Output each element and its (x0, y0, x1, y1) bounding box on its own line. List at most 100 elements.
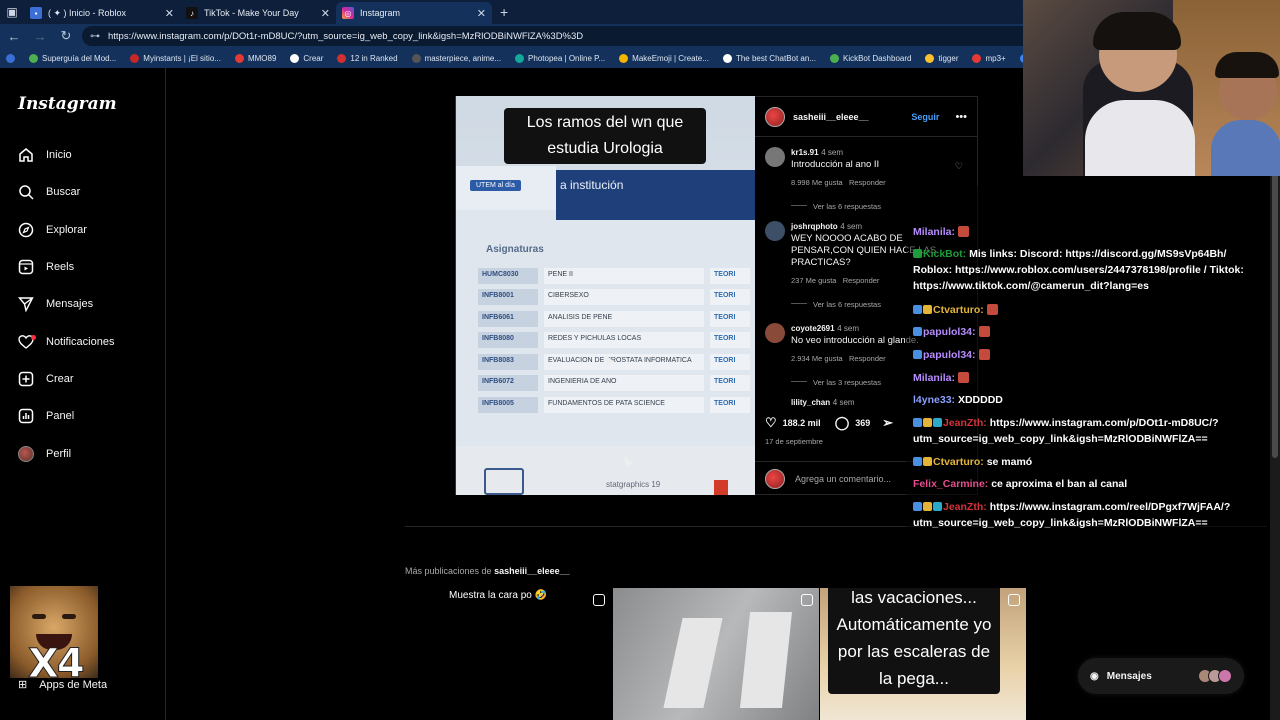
url-input[interactable]: ⊶ https://www.instagram.com/p/DOt1r-mD8U… (82, 26, 1062, 46)
forward-icon[interactable]: → (30, 29, 50, 44)
course-code: INFB8083 (478, 354, 538, 370)
comment-avatar[interactable] (765, 221, 785, 241)
comment-avatar[interactable] (765, 323, 785, 343)
my-avatar (765, 468, 785, 489)
sidebar-item-reels[interactable]: Reels (18, 257, 74, 277)
course-row: INFB6072 INGENIERIA DE ANO TEORI (478, 375, 754, 391)
course-type: TEORI (710, 268, 750, 284)
close-tab-icon[interactable]: ✕ (477, 7, 486, 20)
chat-user: papulol34: (923, 326, 976, 338)
course-row: INFB6061 ANALISIS DE PENE TEORI (478, 311, 754, 327)
like-count[interactable]: 188.2 mil (783, 418, 821, 428)
instagram-logo[interactable]: Instagram (18, 94, 117, 114)
bookmark-label: Photopea | Online P... (528, 53, 606, 63)
sidebar-item-mensajes[interactable]: Mensajes (18, 294, 93, 314)
comment-text: Introducción al ano II (791, 159, 880, 170)
chat-message: JeanZth: https://www.instagram.com/reel/… (913, 499, 1263, 531)
comment-user[interactable]: coyote2691 (791, 324, 835, 333)
bookmark-item[interactable]: Photopea | Online P... (515, 53, 606, 63)
search-icon (18, 184, 34, 200)
reply-button[interactable]: Responder (849, 354, 886, 363)
post-thumbnail[interactable] (613, 588, 819, 720)
tab-instagram[interactable]: ◎ Instagram ✕ (336, 2, 492, 24)
home-icon (18, 147, 34, 163)
bookmark-item[interactable]: tigger (925, 53, 958, 63)
sidebar-item-inicio[interactable]: Inicio (18, 145, 72, 165)
site-info-icon[interactable]: ⊶ (90, 31, 100, 42)
comment-user[interactable]: lility_chan (791, 399, 830, 407)
course-row: INFB8083 EVALUACION DE PROSTATA INFORMATI… (478, 354, 754, 370)
sidebar-item-notificaciones[interactable]: Notificaciones (18, 332, 114, 352)
author-avatar[interactable] (765, 106, 785, 127)
bookmark-item[interactable]: masterpiece, anime... (411, 53, 501, 63)
post-date: 17 de septiembre (765, 437, 823, 446)
more-options-icon[interactable]: ••• (955, 111, 967, 123)
comment-user[interactable]: kr1s.91 (791, 148, 819, 157)
bookmark-label: The best ChatBot an... (735, 53, 816, 63)
bookmark-item[interactable]: Superguía del Mod... (29, 53, 116, 63)
chat-message: papulol34: (913, 347, 1263, 363)
new-tab-icon[interactable]: + (492, 4, 516, 20)
reel-icon (593, 594, 605, 606)
comment-time: 4 sem (840, 222, 863, 231)
close-tab-icon[interactable]: ✕ (165, 7, 174, 20)
chat-text: XDDDDD (957, 394, 1003, 406)
back-icon[interactable]: ← (4, 29, 24, 44)
author-username[interactable]: sasheiii__eleee__ (793, 112, 903, 122)
bookmark-item[interactable]: Crear (290, 53, 323, 63)
bookmark-favicon-icon (290, 53, 300, 63)
add-comment-placeholder: Agrega un comentario... (795, 473, 892, 484)
reply-button[interactable]: Responder (849, 178, 886, 187)
code-app-icon (484, 468, 524, 495)
post-thumbnail[interactable]: las vacaciones... Automáticamente yo por… (820, 588, 1026, 720)
bookmark-item[interactable]: Myinstants | ¡El sitio... (130, 53, 221, 63)
post-image[interactable]: UTEM al día a institución Los ramos del … (455, 96, 755, 495)
tab-roblox[interactable]: ▪ ( ✦ ) Inicio - Roblox ✕ (24, 2, 180, 24)
bookmark-item[interactable] (6, 53, 15, 63)
share-send-icon[interactable]: ➢ (882, 415, 893, 431)
sidebar-item-crear[interactable]: Crear (18, 369, 74, 389)
screen-bottom-area: statgraphics 19 (456, 446, 755, 495)
comment-avatar[interactable] (765, 147, 785, 167)
like-heart-icon[interactable]: ♡ (765, 415, 777, 431)
close-tab-icon[interactable]: ✕ (321, 7, 330, 20)
sidebar-item-perfil[interactable]: Perfil (18, 444, 71, 464)
reply-button[interactable]: Responder (843, 276, 880, 285)
bookmark-item[interactable]: MakeEmoji | Create... (619, 53, 709, 63)
course-code: INFB8001 (478, 289, 538, 305)
sidebar-item-panel[interactable]: Panel (18, 406, 74, 426)
statgraphics-label: statgraphics 19 (606, 480, 661, 489)
course-name: ANALISIS DE PENE (544, 311, 704, 327)
comment-likes[interactable]: 2.934 Me gusta (791, 354, 843, 363)
bookmark-item[interactable]: The best ChatBot an... (722, 53, 816, 63)
course-row: INFB8080 REDES Y PICHULAS LOCAS TEORI (478, 332, 754, 348)
chat-message: KickBot: Mis links: Discord: https://dis… (913, 246, 1263, 294)
url-text: https://www.instagram.com/p/DOt1r-mD8UC/… (108, 30, 584, 42)
comment-likes[interactable]: 8.998 Me gusta (791, 178, 843, 187)
tab-actions-icon[interactable]: ▣ (0, 0, 24, 24)
bookmark-label: mp3+ (985, 53, 1006, 63)
follow-button[interactable]: Seguir (911, 112, 939, 122)
institution-text: a institución (560, 178, 624, 192)
messages-button[interactable]: ◉ Mensajes (1078, 658, 1244, 694)
more-posts-user[interactable]: sasheiii__eleee__ (494, 566, 570, 576)
chat-message: Ctvarturo: (913, 302, 1263, 318)
bookmark-item[interactable]: mp3+ (972, 53, 1006, 63)
comment-like-heart-icon[interactable]: ♡ (955, 161, 963, 172)
bookmark-label: MakeEmoji | Create... (632, 53, 709, 63)
reload-icon[interactable]: ↻ (56, 28, 76, 44)
bookmark-item[interactable]: 12 in Ranked (337, 53, 398, 63)
tab-tiktok[interactable]: ♪ TikTok - Make Your Day ✕ (180, 2, 336, 24)
comment-user[interactable]: joshrqphoto (791, 222, 838, 231)
scrollbar-thumb[interactable] (1272, 128, 1278, 458)
sword-badge-icon (913, 502, 922, 511)
post-thumbnail[interactable]: Muestra la cara po 🤣 (405, 588, 611, 720)
comment-likes[interactable]: 237 Me gusta (791, 276, 836, 285)
bookmark-item[interactable]: MMO89 (234, 53, 276, 63)
bookmark-item[interactable]: KickBot Dashboard (829, 53, 911, 63)
bookmark-favicon-icon (619, 53, 629, 63)
comment-bubble-icon[interactable]: ◯ (835, 415, 850, 431)
sidebar-item-buscar[interactable]: Buscar (18, 182, 80, 202)
office-app-icon (714, 480, 728, 495)
sidebar-item-explorar[interactable]: Explorar (18, 220, 87, 240)
